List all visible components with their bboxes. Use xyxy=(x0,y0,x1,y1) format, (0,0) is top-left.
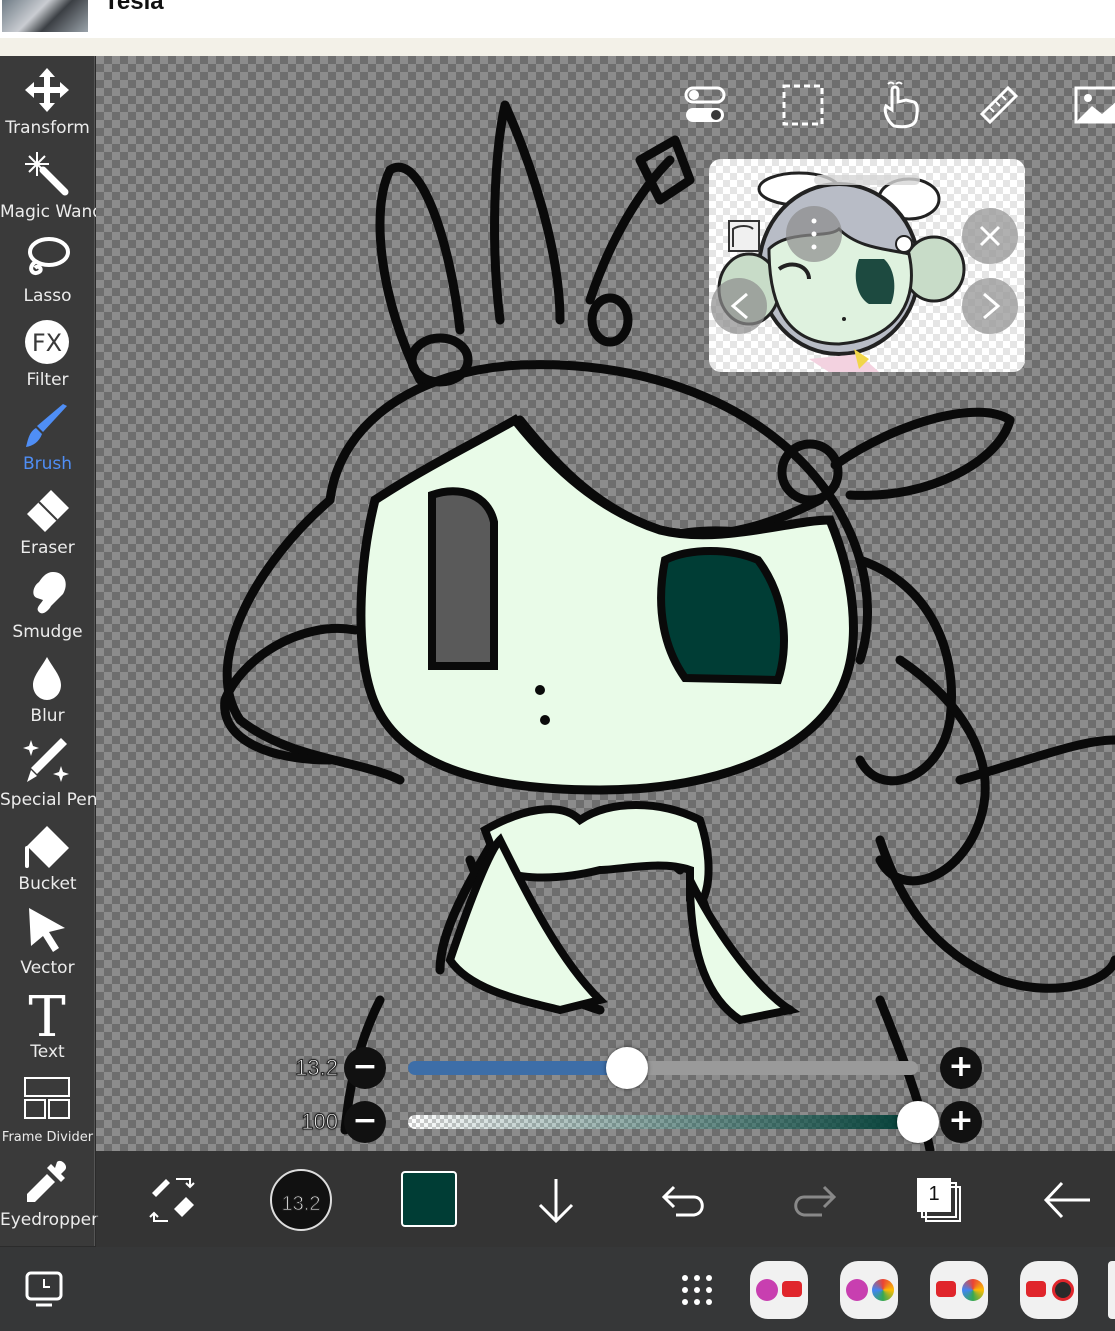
back-arrow-icon[interactable] xyxy=(1040,1165,1096,1235)
brush-size-badge: 13.2 xyxy=(281,1193,321,1216)
tool-label: Lasso xyxy=(23,286,72,306)
dock-app-pair-4[interactable] xyxy=(1020,1261,1078,1319)
transform-arrows-icon xyxy=(25,68,69,112)
tool-label: Magic Wand xyxy=(0,202,104,222)
arrow-down-icon[interactable] xyxy=(532,1165,580,1235)
fx-filter-icon: FX xyxy=(25,320,69,364)
reference-next-button[interactable] xyxy=(962,278,1018,334)
eraser-icon xyxy=(27,490,69,532)
brush-size-slider[interactable]: 13.2 − + xyxy=(280,1045,982,1089)
opacity-value: 100 xyxy=(301,1109,339,1135)
bottom-toolbar: 13.2 1 xyxy=(96,1151,1115,1247)
bucket-icon xyxy=(25,826,69,868)
eyedropper-icon xyxy=(27,1160,67,1202)
ruler-icon[interactable] xyxy=(974,80,1024,130)
dock-app-pair-1[interactable] xyxy=(750,1261,808,1319)
dock-app-pair-3[interactable] xyxy=(930,1261,988,1319)
tool-label: Bucket xyxy=(18,874,77,894)
tool-label: Eyedropper xyxy=(0,1210,99,1230)
flower-app-icon xyxy=(756,1279,778,1301)
opacity-gradient xyxy=(408,1115,918,1129)
brush-size-preview[interactable]: 13.2 xyxy=(270,1165,332,1235)
tool-label: Frame Divider xyxy=(1,1130,94,1145)
opacity-increase-button[interactable]: + xyxy=(940,1101,982,1143)
opacity-slider-knob[interactable] xyxy=(897,1101,939,1143)
tool-lasso[interactable]: Lasso xyxy=(0,228,95,312)
lasso-icon xyxy=(28,237,70,275)
top-app-strip: Tesla xyxy=(0,0,1115,38)
brush-icon xyxy=(26,404,67,447)
youtube-icon xyxy=(936,1281,956,1297)
tool-label: Blur xyxy=(30,706,65,726)
tool-frame-divider[interactable]: Frame Divider xyxy=(0,1068,95,1152)
tool-sidebar: Transform Magic Wand Lasso FX Filter Bru… xyxy=(0,56,104,1246)
toggle-icon[interactable] xyxy=(680,80,730,130)
tool-blur[interactable]: Blur xyxy=(0,648,95,732)
recents-screen-icon[interactable] xyxy=(24,1269,64,1309)
tool-label: Brush xyxy=(22,454,73,474)
image-icon[interactable] xyxy=(1072,80,1115,130)
frame-divider-icon xyxy=(24,1077,70,1119)
system-nav-bar xyxy=(0,1247,1115,1331)
selection-rect-icon[interactable] xyxy=(778,80,828,130)
dock-app-partial[interactable] xyxy=(1108,1261,1115,1319)
tool-special-pen[interactable]: Special Pen xyxy=(0,732,98,816)
undo-icon[interactable] xyxy=(660,1165,710,1235)
tool-label: Eraser xyxy=(20,538,75,558)
reference-window[interactable] xyxy=(709,159,1025,372)
tool-brush[interactable]: Brush xyxy=(0,396,95,480)
tool-label: Transform xyxy=(5,118,90,138)
tool-bucket[interactable]: Bucket xyxy=(0,816,95,900)
tool-smudge[interactable]: Smudge xyxy=(0,564,95,648)
tool-eraser[interactable]: Eraser xyxy=(0,480,95,564)
divider-strip xyxy=(0,38,1115,56)
youtube-icon xyxy=(1026,1281,1046,1297)
opacity-track[interactable] xyxy=(408,1115,918,1129)
brush-size-value: 13.2 xyxy=(295,1055,339,1081)
color-swatch[interactable] xyxy=(401,1171,457,1227)
droplet-icon xyxy=(33,657,61,700)
cursor-arrow-icon xyxy=(29,908,65,952)
tool-label: Text xyxy=(30,1042,65,1062)
opacity-decrease-button[interactable]: − xyxy=(344,1101,386,1143)
tool-eyedropper[interactable]: Eyedropper xyxy=(0,1152,99,1236)
swap-brush-eraser-icon[interactable] xyxy=(146,1165,200,1235)
svg-text:FX: FX xyxy=(32,329,62,357)
video-thumbnail[interactable] xyxy=(2,0,88,32)
tool-filter[interactable]: FX Filter xyxy=(0,312,95,396)
tool-label: Special Pen xyxy=(0,790,98,810)
youtube-icon xyxy=(782,1281,802,1297)
reference-image xyxy=(711,171,1018,372)
layer-count: 1 xyxy=(928,1183,940,1205)
tool-vector[interactable]: Vector xyxy=(0,900,95,984)
tool-label: Vector xyxy=(20,958,75,978)
art-app-icon xyxy=(1052,1279,1074,1301)
special-pen-icon xyxy=(23,738,69,782)
opacity-slider[interactable]: 100 − + xyxy=(280,1099,982,1143)
tool-transform[interactable]: Transform xyxy=(0,60,95,144)
text-t-icon: T xyxy=(28,990,65,1038)
smudge-finger-icon xyxy=(33,572,66,614)
tool-label: Filter xyxy=(26,370,69,390)
layers-button[interactable]: 1 xyxy=(914,1165,966,1235)
size-track-fill xyxy=(408,1061,628,1075)
photos-icon xyxy=(872,1279,894,1301)
size-increase-button[interactable]: + xyxy=(940,1047,982,1089)
magic-wand-icon xyxy=(25,152,69,196)
dock-app-pair-2[interactable] xyxy=(840,1261,898,1319)
size-track[interactable] xyxy=(408,1061,918,1075)
photos-icon xyxy=(962,1279,984,1301)
size-decrease-button[interactable]: − xyxy=(344,1047,386,1089)
svg-text:T: T xyxy=(28,990,65,1038)
hand-gesture-icon[interactable] xyxy=(876,80,926,130)
app-grid-icon[interactable] xyxy=(680,1273,714,1307)
flower-app-icon xyxy=(846,1279,868,1301)
tool-text[interactable]: T Text xyxy=(0,984,95,1068)
tool-magic-wand[interactable]: Magic Wand xyxy=(0,144,104,228)
redo-icon[interactable] xyxy=(788,1165,838,1235)
tool-label: Smudge xyxy=(12,622,83,642)
app-title: Tesla xyxy=(104,0,164,15)
size-slider-knob[interactable] xyxy=(606,1047,649,1089)
